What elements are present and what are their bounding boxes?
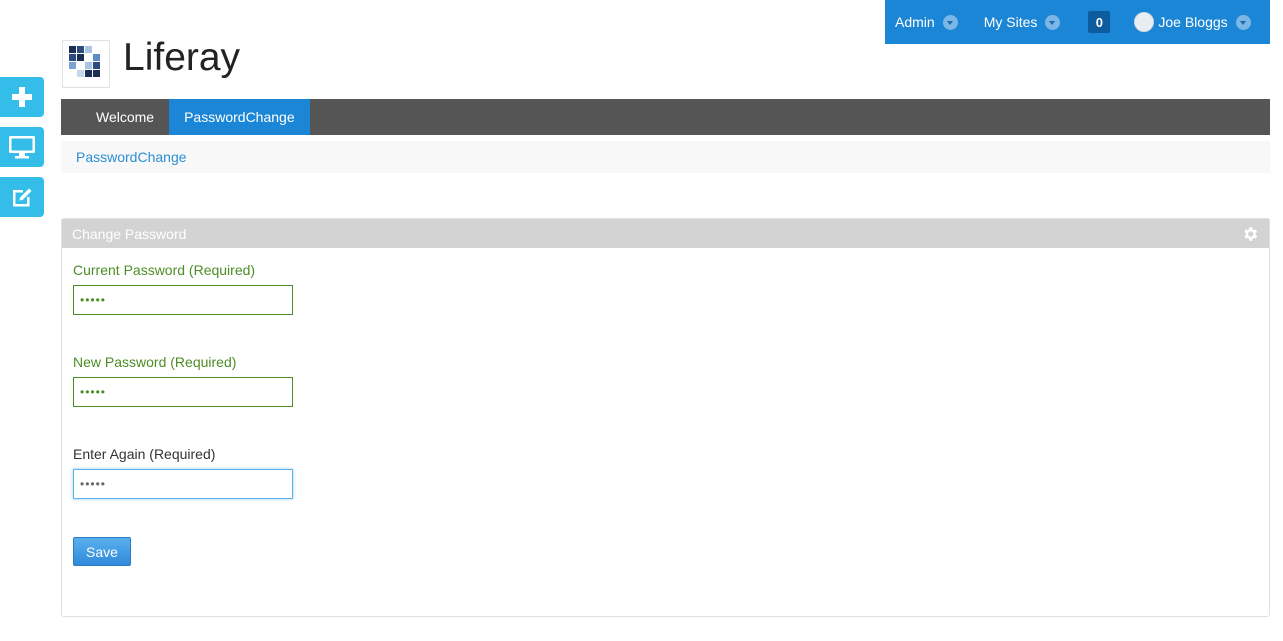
dockbar: Admin My Sites 0 Joe Bloggs [885, 0, 1270, 44]
notifications-button[interactable]: 0 [1070, 0, 1124, 44]
portlet-title: Change Password [72, 225, 187, 242]
main-navigation: Welcome PasswordChange [61, 99, 1270, 135]
plus-icon [12, 87, 32, 107]
nav-tab-welcome[interactable]: Welcome [61, 99, 169, 135]
my-sites-menu[interactable]: My Sites [974, 0, 1071, 44]
edit-icon [13, 188, 32, 207]
admin-menu-label: Admin [895, 14, 935, 30]
monitor-icon [9, 136, 35, 159]
edit-controls-button[interactable] [0, 177, 44, 217]
chevron-down-icon [942, 14, 958, 30]
current-password-input[interactable] [73, 285, 293, 315]
change-password-portlet: Change Password Current Password (Requir… [61, 218, 1270, 617]
breadcrumb-item[interactable]: PasswordChange [76, 149, 187, 165]
avatar [1134, 12, 1155, 32]
preview-button[interactable] [0, 127, 44, 167]
site-logo[interactable] [62, 40, 110, 88]
new-password-label: New Password (Required) [73, 354, 237, 370]
portlet-header: Change Password [62, 219, 1269, 248]
add-button[interactable] [0, 77, 44, 117]
gear-icon[interactable] [1241, 225, 1259, 243]
quick-actions-rail [0, 77, 44, 227]
site-name[interactable]: Liferay [123, 36, 240, 80]
enter-again-label: Enter Again (Required) [73, 446, 216, 462]
chevron-down-icon [1235, 14, 1251, 30]
user-name: Joe Bloggs [1158, 14, 1228, 30]
notification-count-badge: 0 [1088, 11, 1111, 33]
new-password-input[interactable] [73, 377, 293, 407]
admin-menu[interactable]: Admin [885, 0, 968, 44]
enter-again-input[interactable] [73, 469, 293, 499]
chevron-down-icon [1045, 14, 1061, 30]
user-menu[interactable]: Joe Bloggs [1124, 0, 1260, 44]
nav-tab-password-change[interactable]: PasswordChange [169, 99, 310, 135]
my-sites-menu-label: My Sites [983, 14, 1038, 30]
current-password-label: Current Password (Required) [73, 262, 256, 278]
liferay-logo-icon [69, 46, 100, 77]
breadcrumb: PasswordChange [61, 141, 1270, 173]
save-button[interactable]: Save [73, 537, 131, 566]
